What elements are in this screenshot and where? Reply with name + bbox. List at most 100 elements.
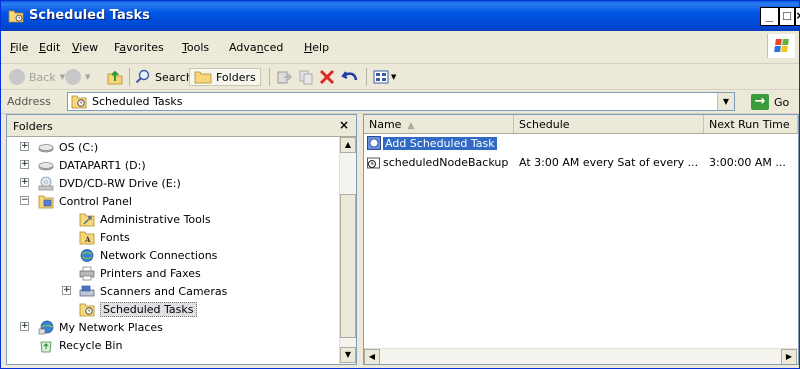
move-to-button[interactable] <box>276 68 292 86</box>
column-header-schedule[interactable]: Schedule <box>514 115 704 133</box>
scroll-up-button[interactable]: ▲ <box>340 137 356 153</box>
views-button[interactable]: ▼ <box>373 68 396 86</box>
list-header: Name ▲ Schedule Next Run Time <box>364 115 798 134</box>
list-item-add-scheduled-task[interactable]: Add Scheduled Task <box>364 135 798 153</box>
windows-flag-icon <box>774 39 790 52</box>
back-button[interactable]: Back ▼ <box>9 68 65 86</box>
delete-icon <box>319 69 335 85</box>
up-folder-icon <box>107 70 123 85</box>
tree-item-printers-and-faxes[interactable]: Printers and Faxes <box>79 264 201 282</box>
expand-toggle[interactable]: + <box>20 142 29 151</box>
toolbar-separator <box>269 68 270 86</box>
search-button[interactable]: Search <box>135 68 193 86</box>
address-input[interactable]: Scheduled Tasks ▼ <box>67 92 735 111</box>
svg-text:A: A <box>84 235 91 244</box>
undo-button[interactable] <box>341 68 359 86</box>
scanner-camera-icon <box>79 285 95 296</box>
menu-tools[interactable]: Tools <box>182 41 209 54</box>
expand-toggle[interactable]: + <box>62 286 71 295</box>
toolbar: Back ▼ ▼ Search Folders ▼ <box>1 64 799 90</box>
fonts-folder-icon: A <box>79 231 95 244</box>
tree-item-os-c[interactable]: OS (C:) <box>38 138 98 156</box>
copy-to-button[interactable] <box>298 68 314 86</box>
scroll-down-button[interactable]: ▼ <box>340 347 356 363</box>
folder-clock-icon <box>8 10 24 23</box>
network-places-icon <box>38 320 54 334</box>
windows-logo <box>767 34 795 58</box>
expand-toggle[interactable]: + <box>20 160 29 169</box>
menu-file[interactable]: File <box>10 41 28 54</box>
go-arrow-icon: → <box>751 94 769 110</box>
folders-title: Folders <box>13 120 53 133</box>
task-name: scheduledNodeBackup <box>383 156 509 169</box>
search-icon <box>135 69 150 84</box>
forward-button[interactable]: ▼ <box>65 68 90 86</box>
copy-to-icon <box>299 70 313 85</box>
delete-button[interactable] <box>319 68 335 86</box>
menu-favorites[interactable]: Favorites <box>114 41 164 54</box>
move-to-icon <box>277 71 292 84</box>
task-name: Add Scheduled Task <box>383 137 497 150</box>
network-connections-icon <box>80 248 94 262</box>
add-task-icon <box>367 136 383 153</box>
scheduled-tasks-folder-icon <box>79 303 95 316</box>
folders-vertical-scrollbar[interactable]: ▲ ▼ <box>339 137 356 364</box>
recycle-bin-icon <box>40 341 52 352</box>
task-list-pane: Name ▲ Schedule Next Run Time Add Schedul… <box>363 114 799 365</box>
collapse-toggle[interactable]: − <box>20 196 29 205</box>
tree-item-my-network-places[interactable]: My Network Places <box>38 318 163 336</box>
folders-pane: Folders × + OS (C:) + DATAPART1 (D:) + D… <box>6 114 357 365</box>
task-schedule: At 3:00 AM every Sat of every ... <box>519 156 699 169</box>
tree-item-recycle-bin[interactable]: Recycle Bin <box>38 336 122 354</box>
toolbar-separator <box>366 68 367 86</box>
up-folder-button[interactable] <box>106 68 124 86</box>
window-title: Scheduled Tasks <box>29 8 150 23</box>
hard-drive-icon <box>38 161 54 170</box>
sort-ascending-icon: ▲ <box>407 121 415 131</box>
menu-bar: File Edit View Favorites Tools Advanced … <box>1 31 799 64</box>
list-item-scheduled-node-backup[interactable]: scheduledNodeBackup At 3:00 AM every Sat… <box>364 154 798 172</box>
toolbar-separator <box>129 68 130 86</box>
menu-help[interactable]: Help <box>304 41 329 54</box>
tree-item-scanners-and-cameras[interactable]: Scanners and Cameras <box>79 282 227 300</box>
menu-edit[interactable]: Edit <box>39 41 60 54</box>
close-button[interactable]: × <box>795 7 800 26</box>
tree-item-control-panel[interactable]: Control Panel <box>38 192 132 210</box>
address-value: Scheduled Tasks <box>92 95 183 108</box>
menu-advanced[interactable]: Advanced <box>229 41 283 54</box>
views-icon <box>373 70 389 84</box>
minimize-button[interactable]: _ <box>760 7 779 26</box>
address-dropdown-button[interactable]: ▼ <box>717 93 734 110</box>
scroll-right-button[interactable]: ▶ <box>781 349 797 364</box>
go-button[interactable]: → Go <box>751 93 789 111</box>
control-panel-icon <box>38 195 54 208</box>
title-bar[interactable]: Scheduled Tasks _ □ × <box>1 1 800 31</box>
dvd-drive-icon <box>38 176 54 190</box>
expand-toggle[interactable]: + <box>20 322 29 331</box>
address-label: Address <box>7 95 51 108</box>
scroll-left-button[interactable]: ◀ <box>364 349 380 364</box>
hard-drive-icon <box>38 143 54 152</box>
expand-toggle[interactable]: + <box>20 178 29 187</box>
column-header-next-run-time[interactable]: Next Run Time <box>704 115 798 133</box>
scheduled-tasks-folder-icon <box>71 95 87 109</box>
tree-item-fonts[interactable]: A Fonts <box>79 228 130 246</box>
task-next-run-time: 3:00:00 AM ... <box>709 156 786 169</box>
forward-arrow-icon <box>65 69 81 85</box>
maximize-button[interactable]: □ <box>779 7 795 26</box>
tree-item-datapart1-d[interactable]: DATAPART1 (D:) <box>38 156 146 174</box>
folders-button[interactable]: Folders <box>189 68 261 86</box>
tree-item-network-connections[interactable]: Network Connections <box>79 246 217 264</box>
chevron-down-icon: ▼ <box>391 73 397 81</box>
column-header-name[interactable]: Name ▲ <box>364 115 514 133</box>
tree-item-dvd-drive-e[interactable]: DVD/CD-RW Drive (E:) <box>38 174 181 192</box>
address-bar: Address Scheduled Tasks ▼ → Go <box>1 90 799 114</box>
folder-icon <box>194 71 212 84</box>
tree-item-administrative-tools[interactable]: Administrative Tools <box>79 210 211 228</box>
back-arrow-icon <box>9 69 25 85</box>
folders-close-button[interactable]: × <box>339 118 349 132</box>
tree-item-scheduled-tasks[interactable]: Scheduled Tasks <box>79 300 197 318</box>
scroll-thumb[interactable] <box>340 194 356 338</box>
list-horizontal-scrollbar[interactable]: ◀ ▶ <box>364 348 798 364</box>
menu-view[interactable]: View <box>72 41 98 54</box>
